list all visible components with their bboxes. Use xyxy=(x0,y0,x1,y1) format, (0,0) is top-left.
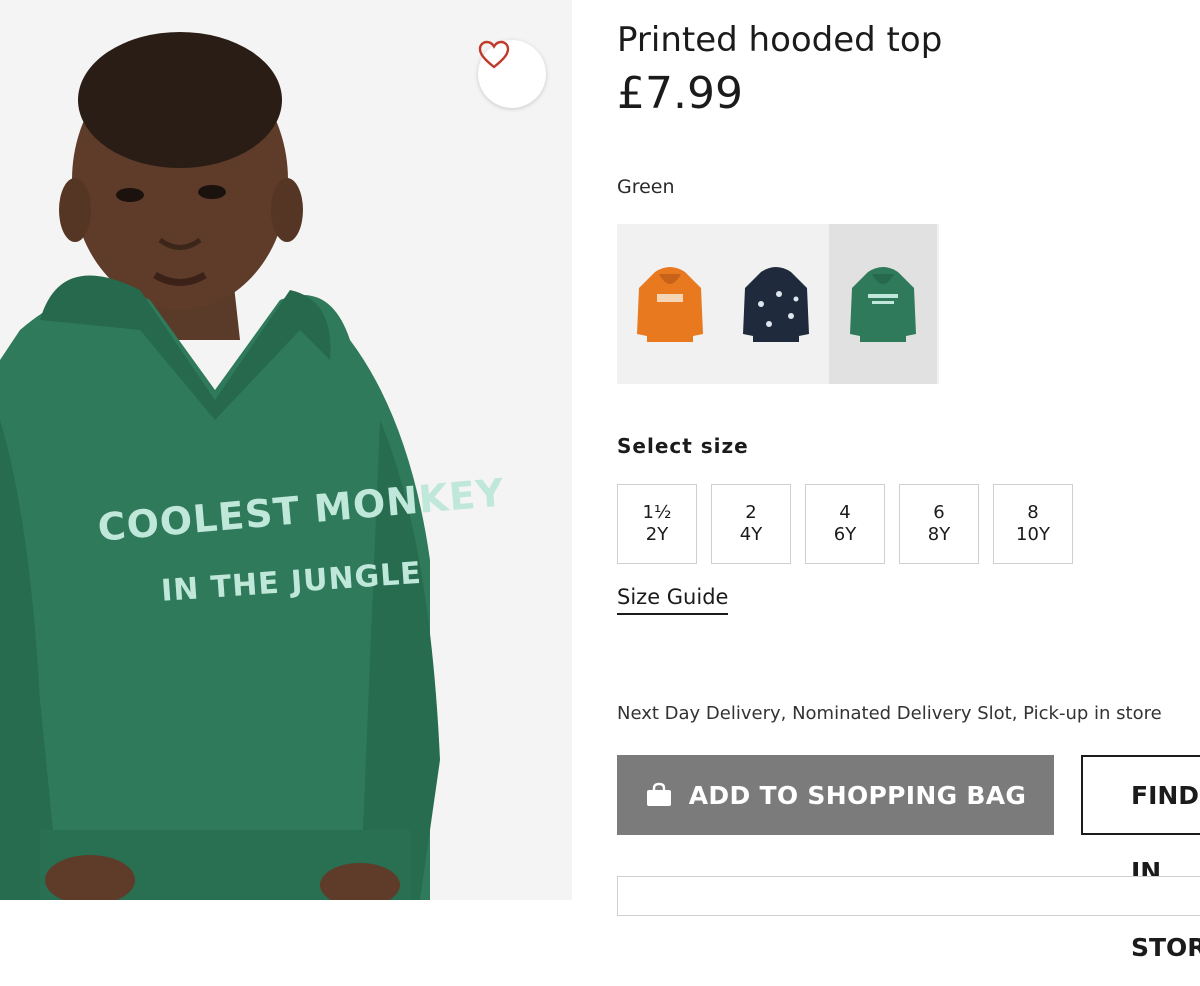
size-options: 1½ 2Y 2 4Y 4 6Y 6 8Y 8 10Y xyxy=(617,484,1073,564)
model-photo xyxy=(0,0,572,900)
hoodie-thumbnail-green xyxy=(850,267,916,342)
size-option-2y[interactable]: 1½ 2Y xyxy=(617,484,697,564)
size-option-line2: 4Y xyxy=(739,524,763,545)
color-swatches xyxy=(617,224,939,384)
size-option-line2: 8Y xyxy=(927,524,951,545)
hoodie-thumbnail-orange xyxy=(637,267,703,342)
product-price: £7.99 xyxy=(617,68,743,119)
size-option-line2: 2Y xyxy=(645,524,669,545)
delivery-options-text: Next Day Delivery, Nominated Delivery Sl… xyxy=(617,703,1162,724)
heart-icon xyxy=(478,40,510,69)
add-to-shopping-bag-button[interactable]: ADD TO SHOPPING BAG xyxy=(617,755,1054,835)
add-to-shopping-bag-label: ADD TO SHOPPING BAG xyxy=(688,780,1027,810)
color-swatch-orange[interactable] xyxy=(617,224,723,384)
size-guide-link[interactable]: Size Guide xyxy=(617,585,729,615)
size-option-line1: 2 xyxy=(745,502,757,523)
product-title: Printed hooded top xyxy=(617,20,943,60)
selected-color-label: Green xyxy=(617,176,675,198)
color-swatch-navy[interactable] xyxy=(723,224,829,384)
product-image[interactable]: COOLEST MONKEY IN THE JUNGLE xyxy=(0,0,572,900)
size-option-4y[interactable]: 2 4Y xyxy=(711,484,791,564)
favourite-button[interactable] xyxy=(478,40,546,108)
size-option-8y[interactable]: 6 8Y xyxy=(899,484,979,564)
color-swatch-green[interactable] xyxy=(829,224,937,384)
size-option-line1: 6 xyxy=(933,502,945,523)
hoodie-thumbnail-navy xyxy=(743,267,809,342)
size-option-line2: 10Y xyxy=(1016,524,1050,545)
find-in-store-button[interactable]: FIND IN STORE xyxy=(1081,755,1200,962)
size-option-line1: 8 xyxy=(1027,502,1039,523)
size-option-6y[interactable]: 4 6Y xyxy=(805,484,885,564)
additional-info-panel xyxy=(617,876,1200,916)
size-option-10y[interactable]: 8 10Y xyxy=(993,484,1073,564)
size-option-line1: 1½ xyxy=(642,502,672,523)
shopping-bag-icon xyxy=(646,782,671,806)
size-option-line2: 6Y xyxy=(833,524,857,545)
size-option-line1: 4 xyxy=(839,502,851,523)
select-size-label: Select size xyxy=(617,434,749,458)
